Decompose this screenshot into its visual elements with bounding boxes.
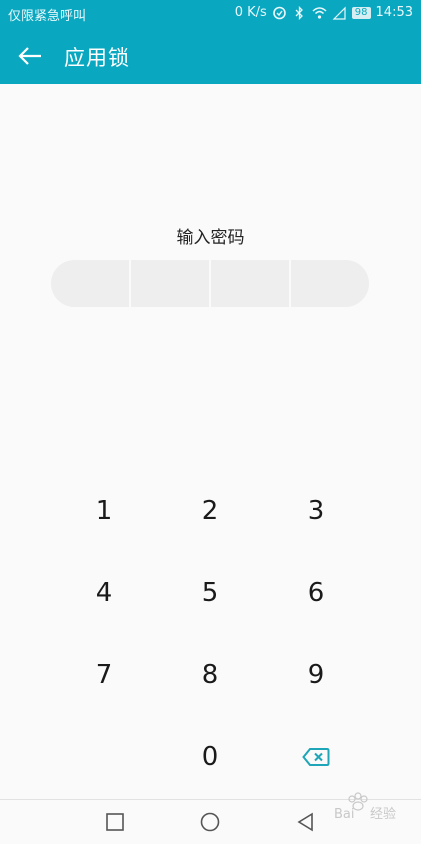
key-4[interactable]: 4	[51, 552, 157, 634]
app-bar: 仅限紧急呼叫 0 K/s 98 14:53 应用锁	[0, 0, 421, 84]
pin-slot	[211, 260, 291, 307]
status-bar: 仅限紧急呼叫 0 K/s 98 14:53	[0, 0, 421, 28]
bluetooth-icon	[292, 5, 307, 20]
network-speed: 0 K/s	[234, 5, 267, 20]
clock: 14:53	[375, 5, 413, 20]
key-7[interactable]: 7	[51, 634, 157, 716]
key-5[interactable]: 5	[157, 552, 263, 634]
key-3[interactable]: 3	[263, 470, 369, 552]
pin-slot	[131, 260, 211, 307]
key-empty	[51, 716, 157, 798]
key-9[interactable]: 9	[263, 634, 369, 716]
pin-slot	[51, 260, 131, 307]
toolbar: 应用锁	[0, 28, 421, 84]
backspace-icon	[302, 748, 330, 766]
recent-apps-icon	[106, 813, 124, 831]
home-button[interactable]	[195, 808, 225, 836]
back-button[interactable]	[12, 40, 48, 72]
back-nav-button[interactable]	[290, 808, 320, 836]
back-triangle-icon	[297, 812, 313, 832]
key-0[interactable]: 0	[157, 716, 263, 798]
pin-input[interactable]	[51, 260, 369, 307]
carrier-text: 仅限紧急呼叫	[8, 9, 87, 24]
key-2[interactable]: 2	[157, 470, 263, 552]
numeric-keypad: 1 2 3 4 5 6 7 8 9 0	[51, 470, 369, 798]
page-title: 应用锁	[64, 46, 130, 70]
key-1[interactable]: 1	[51, 470, 157, 552]
password-prompt: 输入密码	[176, 228, 245, 248]
wifi-icon	[312, 6, 327, 20]
battery-icon: 98	[351, 6, 371, 19]
backspace-button[interactable]	[263, 716, 369, 798]
status-icons: 0 K/s 98 14:53	[235, 5, 413, 20]
key-6[interactable]: 6	[263, 552, 369, 634]
home-icon	[200, 812, 220, 832]
key-8[interactable]: 8	[157, 634, 263, 716]
recent-apps-button[interactable]	[100, 808, 130, 836]
navigation-bar	[0, 799, 421, 844]
arrow-left-icon	[18, 47, 41, 65]
signal-icon	[332, 6, 347, 20]
data-saver-icon	[272, 6, 287, 20]
pin-slot	[291, 260, 369, 307]
